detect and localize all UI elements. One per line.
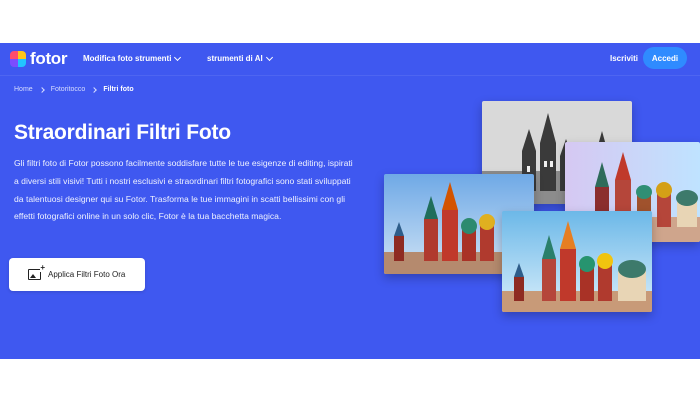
logo-text: fotor — [30, 49, 68, 68]
add-image-icon — [28, 264, 45, 280]
nav-photo-editing-tools[interactable]: Modifica foto strumenti — [83, 53, 182, 63]
fotor-logo-icon — [10, 51, 26, 67]
nav-ai-tools[interactable]: strumenti di AI — [207, 53, 273, 63]
bottom-whitespace — [0, 359, 700, 400]
apply-filters-button[interactable]: Applica Filtri Foto Ora — [9, 258, 145, 291]
nav-label: strumenti di AI — [207, 54, 263, 63]
breadcrumb: Home Fotoritocco Filtri foto — [14, 86, 134, 93]
breadcrumb-current: Filtri foto — [103, 86, 134, 93]
chevron-down-icon — [174, 53, 182, 61]
top-whitespace — [0, 0, 700, 43]
chevron-right-icon — [38, 86, 45, 93]
breadcrumb-home[interactable]: Home — [14, 86, 33, 93]
login-button[interactable]: Accedi — [643, 47, 687, 69]
breadcrumb-photo-editing[interactable]: Fotoritocco — [51, 86, 86, 93]
logo[interactable]: fotor — [10, 49, 68, 68]
navbar: fotor Modifica foto strumenti strumenti … — [0, 43, 700, 76]
cta-label: Applica Filtri Foto Ora — [48, 270, 126, 279]
chevron-down-icon — [265, 53, 273, 61]
photo-warm — [502, 211, 652, 312]
signup-link[interactable]: Iscriviti — [610, 54, 638, 63]
nav-label: Modifica foto strumenti — [83, 54, 172, 63]
hero-description: Gli filtri foto di Fotor possono facilme… — [14, 158, 353, 222]
fotor-page: fotor Modifica foto strumenti strumenti … — [0, 43, 700, 359]
chevron-right-icon — [91, 86, 98, 93]
page-title: Straordinari Filtri Foto — [14, 121, 231, 144]
